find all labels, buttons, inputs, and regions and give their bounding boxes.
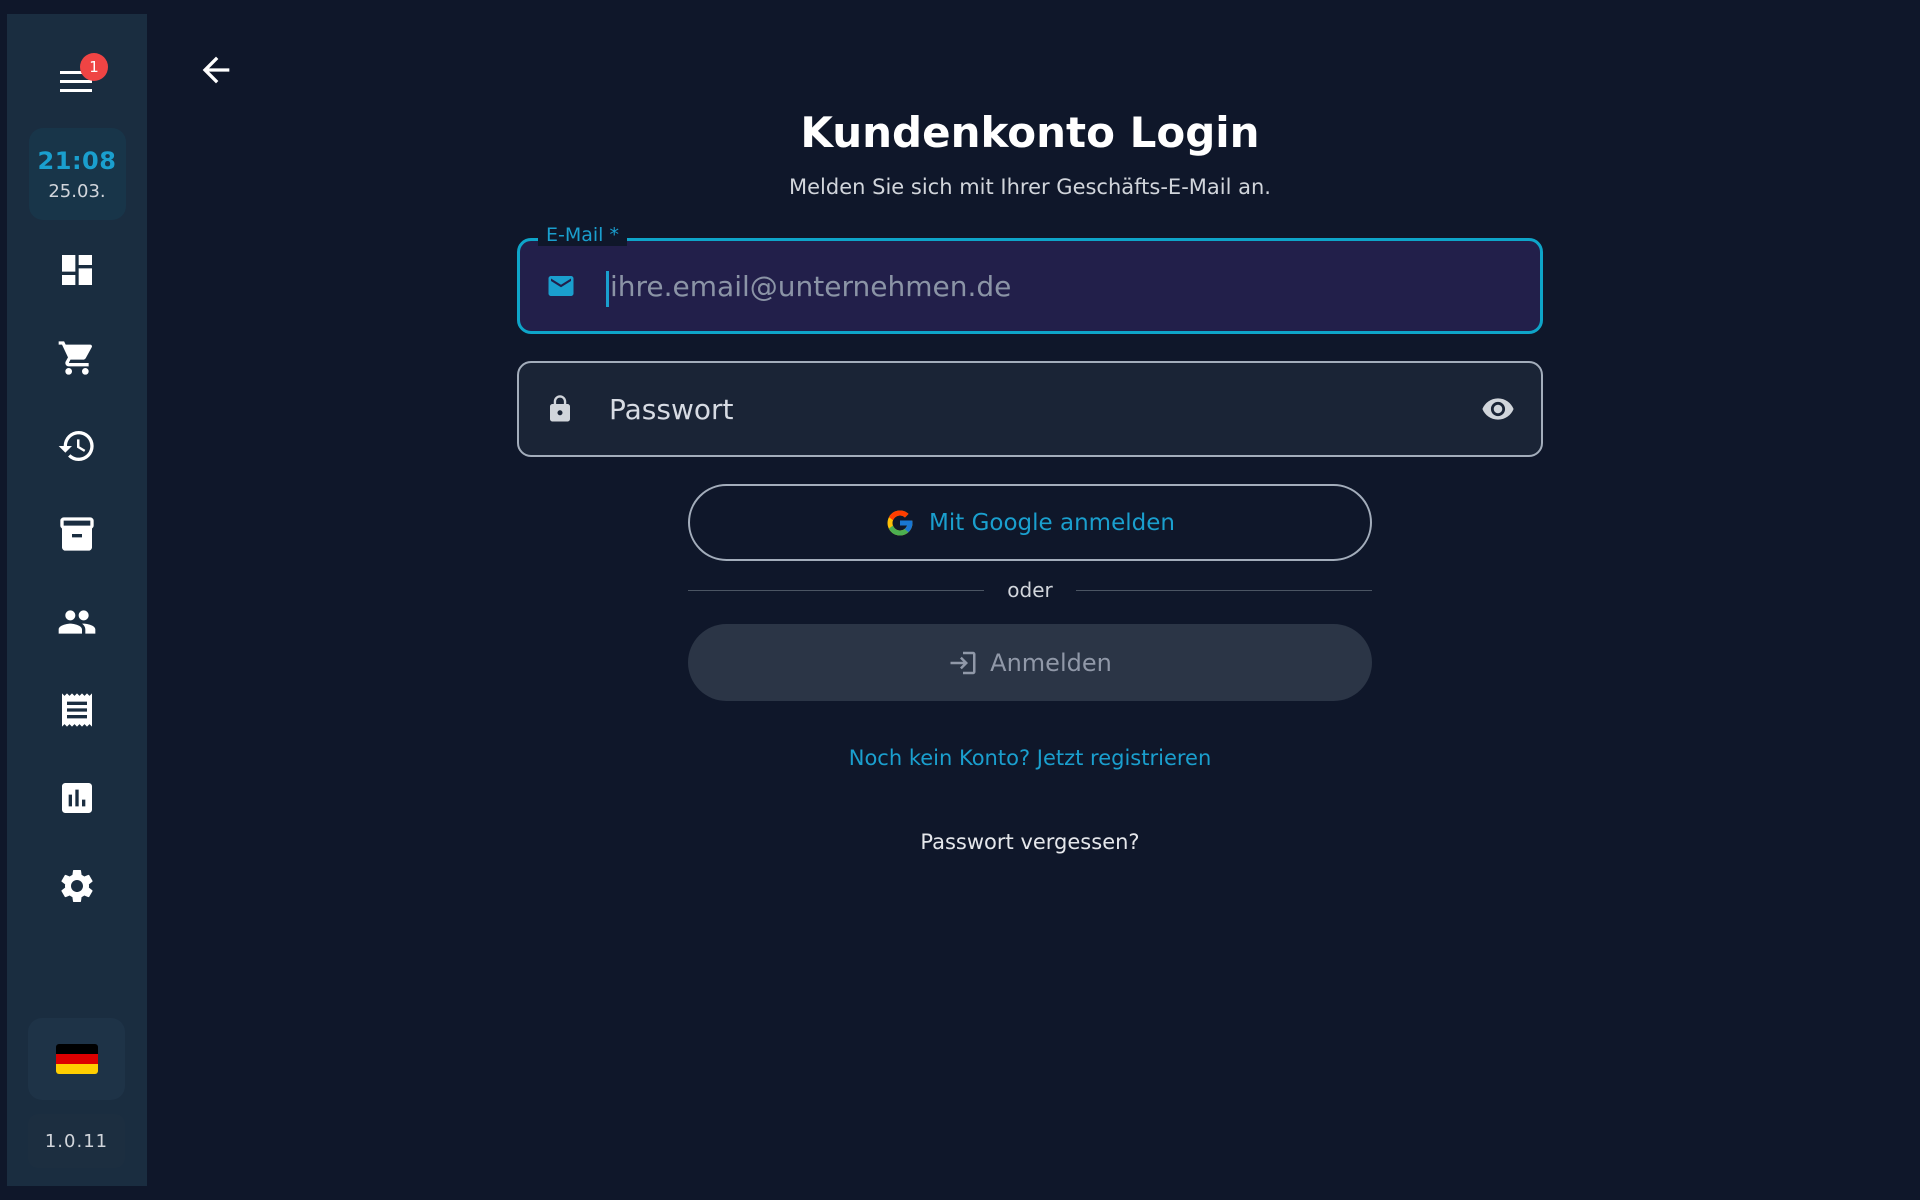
- receipt-icon: [62, 693, 92, 727]
- history-icon: [58, 431, 94, 461]
- german-flag-icon: [55, 1044, 98, 1074]
- forgot-password-link[interactable]: Passwort vergessen?: [517, 830, 1543, 854]
- clock-widget: 21:08 25.03.: [28, 128, 126, 220]
- sidebar-item-statistics[interactable]: [47, 768, 107, 828]
- divider-right: [1076, 590, 1372, 591]
- clock-time: 21:08: [37, 146, 117, 175]
- sidebar-item-dashboard[interactable]: [47, 240, 107, 300]
- eye-icon: [1482, 398, 1514, 420]
- sidebar-item-settings[interactable]: [47, 856, 107, 916]
- cart-icon: [58, 341, 93, 375]
- divider-left: [688, 590, 984, 591]
- password-input[interactable]: [607, 363, 1461, 455]
- clock-date: 25.03.: [48, 180, 106, 202]
- email-field: E-Mail *: [517, 224, 1543, 334]
- settings-icon: [61, 870, 93, 902]
- page-subtitle: Melden Sie sich mit Ihrer Geschäfts-E-Ma…: [789, 175, 1271, 199]
- statistics-icon: [62, 783, 92, 813]
- login-button-label: Anmelden: [990, 648, 1112, 677]
- sidebar-item-customers[interactable]: [47, 592, 107, 652]
- divider-text: oder: [1007, 578, 1053, 602]
- toggle-password-visibility-button[interactable]: [1481, 392, 1515, 426]
- login-icon: [950, 651, 976, 674]
- back-button[interactable]: [196, 50, 236, 90]
- sidebar-item-archive[interactable]: [47, 504, 107, 564]
- sidebar-nav: [47, 240, 107, 944]
- app-version: 1.0.11: [28, 1114, 125, 1168]
- sidebar-item-history[interactable]: [47, 416, 107, 476]
- dashboard-icon: [62, 255, 92, 285]
- password-field: [517, 361, 1543, 457]
- archive-icon: [60, 517, 94, 551]
- email-input[interactable]: [608, 241, 1460, 331]
- arrow-left-icon: [202, 56, 230, 84]
- language-button[interactable]: [28, 1018, 125, 1100]
- sidebar: 1 21:08 25.03. 1.0.11: [7, 14, 147, 1186]
- mail-icon: [548, 276, 574, 296]
- lock-icon: [550, 395, 570, 422]
- login-button[interactable]: Anmelden: [688, 624, 1372, 701]
- sidebar-item-receipts[interactable]: [47, 680, 107, 740]
- page-title: Kundenkonto Login: [800, 108, 1260, 157]
- menu-button[interactable]: 1: [53, 53, 108, 106]
- sidebar-item-cart[interactable]: [47, 328, 107, 388]
- google-button-label: Mit Google anmelden: [929, 509, 1175, 536]
- google-icon: [887, 510, 913, 535]
- notification-badge: 1: [80, 53, 108, 81]
- google-login-button[interactable]: Mit Google anmelden: [688, 484, 1372, 561]
- customers-icon: [58, 610, 96, 634]
- register-link[interactable]: Noch kein Konto? Jetzt registrieren: [517, 746, 1543, 770]
